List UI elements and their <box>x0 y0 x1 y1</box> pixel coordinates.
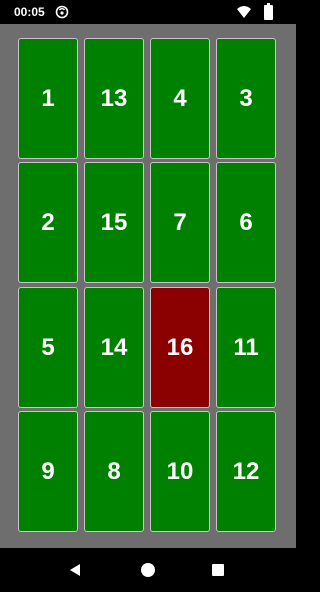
puzzle-tile[interactable]: 10 <box>150 411 210 532</box>
puzzle-tile[interactable]: 13 <box>84 38 144 159</box>
home-icon[interactable] <box>140 562 156 578</box>
puzzle-tile[interactable]: 15 <box>84 162 144 283</box>
back-icon[interactable] <box>68 563 82 577</box>
recents-icon[interactable] <box>212 564 224 576</box>
puzzle-tile[interactable]: 8 <box>84 411 144 532</box>
puzzle-board: 1 13 4 3 2 15 7 6 5 14 16 11 9 8 10 12 <box>0 24 296 548</box>
app-notification-icon <box>55 5 69 19</box>
puzzle-tile[interactable]: 7 <box>150 162 210 283</box>
puzzle-tile[interactable]: 3 <box>216 38 276 159</box>
navigation-bar <box>0 548 296 592</box>
puzzle-tile[interactable]: 12 <box>216 411 276 532</box>
puzzle-tile[interactable]: 6 <box>216 162 276 283</box>
puzzle-tile-selected[interactable]: 16 <box>150 287 210 408</box>
puzzle-tile[interactable]: 9 <box>18 411 78 532</box>
battery-icon <box>264 3 273 20</box>
puzzle-tile[interactable]: 1 <box>18 38 78 159</box>
puzzle-tile[interactable]: 11 <box>216 287 276 408</box>
status-time: 00:05 <box>14 5 45 19</box>
puzzle-tile[interactable]: 4 <box>150 38 210 159</box>
status-bar: 00:05 <box>0 0 296 24</box>
wifi-icon <box>237 6 251 18</box>
puzzle-tile[interactable]: 2 <box>18 162 78 283</box>
puzzle-tile[interactable]: 14 <box>84 287 144 408</box>
puzzle-tile[interactable]: 5 <box>18 287 78 408</box>
